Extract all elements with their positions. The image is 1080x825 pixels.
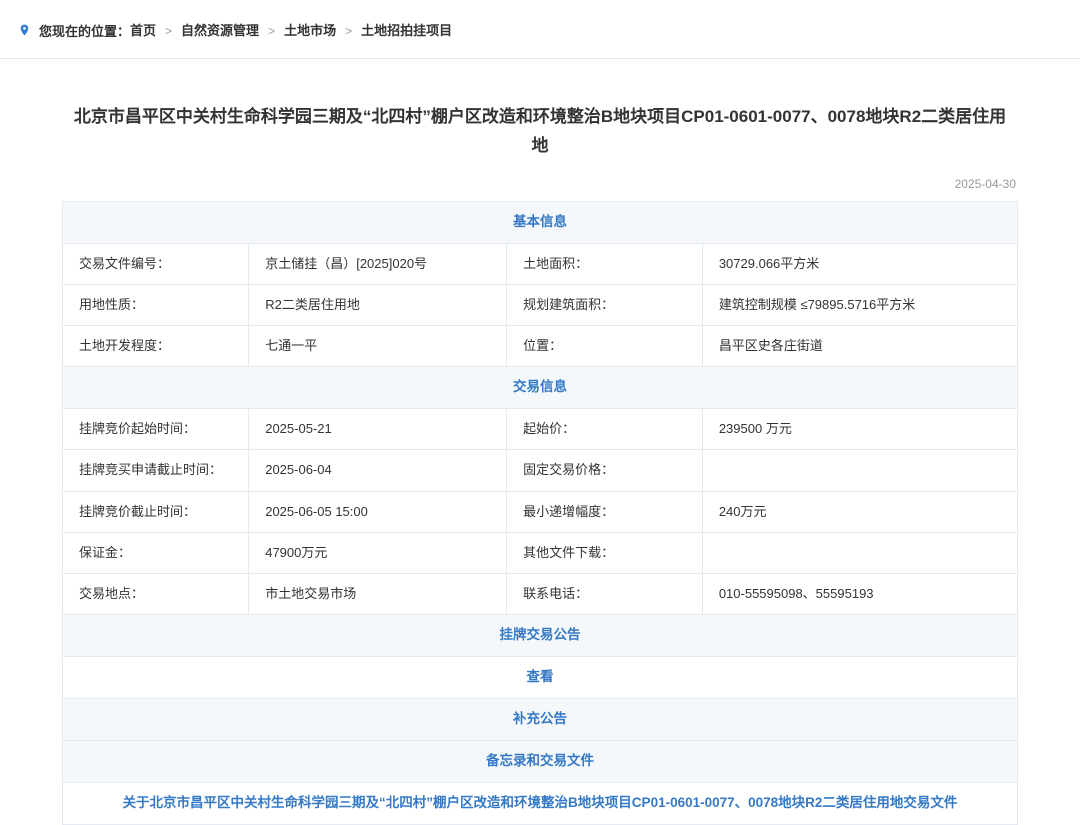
breadcrumb-item[interactable]: 首页 — [130, 23, 156, 38]
breadcrumb-item[interactable]: 土地招拍挂项目 — [361, 23, 452, 38]
breadcrumb-item[interactable]: 自然资源管理 — [181, 23, 259, 38]
main-content: 北京市昌平区中关村生命科学园三期及“北四村”棚户区改造和环境整治B地块项目CP0… — [62, 59, 1018, 825]
field-label: 交易文件编号： — [63, 243, 249, 284]
table-row: 挂牌竞价起始时间：2025-05-21起始价：239500 万元 — [63, 409, 1018, 450]
land-project-info-table: 基本信息交易文件编号：京土储挂（昌）[2025]020号土地面积：30729.0… — [62, 201, 1018, 825]
field-value: 京土储挂（昌）[2025]020号 — [249, 243, 507, 284]
document-link[interactable]: 查看 — [63, 656, 1018, 698]
table-row: 查看 — [63, 656, 1018, 698]
field-label: 其他文件下载： — [507, 532, 703, 573]
field-label: 用地性质： — [63, 284, 249, 325]
section-header: 交易信息 — [63, 367, 1018, 409]
field-label: 起始价： — [507, 409, 703, 450]
publish-date: 2025-04-30 — [62, 177, 1016, 191]
field-value: 010-55595098、55595193 — [702, 573, 1017, 614]
table-row: 挂牌竞买申请截止时间：2025-06-04固定交易价格： — [63, 450, 1018, 491]
table-row: 基本信息 — [63, 201, 1018, 243]
table-row: 交易信息 — [63, 367, 1018, 409]
table-row: 保证金：47900万元其他文件下载： — [63, 532, 1018, 573]
breadcrumb-separator: > — [268, 24, 275, 38]
field-value: 2025-06-04 — [249, 450, 507, 491]
section-header: 备忘录和交易文件 — [63, 740, 1018, 782]
breadcrumb: 首页 > 自然资源管理 > 土地市场 > 土地招拍挂项目 — [130, 20, 452, 40]
field-value: R2二类居住用地 — [249, 284, 507, 325]
field-label: 土地面积： — [507, 243, 703, 284]
field-label: 土地开发程度： — [63, 326, 249, 367]
field-value: 市土地交易市场 — [249, 573, 507, 614]
field-value: 2025-06-05 15:00 — [249, 491, 507, 532]
field-value: 47900万元 — [249, 532, 507, 573]
field-value: 30729.066平方米 — [702, 243, 1017, 284]
field-value: 239500 万元 — [702, 409, 1017, 450]
field-label: 规划建筑面积： — [507, 284, 703, 325]
table-row: 补充公告 — [63, 698, 1018, 740]
location-pin-icon — [18, 22, 31, 38]
field-value: 建筑控制规模 ≤79895.5716平方米 — [702, 284, 1017, 325]
table-row: 交易文件编号：京土储挂（昌）[2025]020号土地面积：30729.066平方… — [63, 243, 1018, 284]
field-label: 位置： — [507, 326, 703, 367]
section-header: 基本信息 — [63, 201, 1018, 243]
field-label: 挂牌竞价截止时间： — [63, 491, 249, 532]
field-label: 联系电话： — [507, 573, 703, 614]
field-value: 七通一平 — [249, 326, 507, 367]
field-label: 固定交易价格： — [507, 450, 703, 491]
field-label: 最小递增幅度： — [507, 491, 703, 532]
field-value — [702, 450, 1017, 491]
breadcrumb-separator: > — [345, 24, 352, 38]
section-header: 挂牌交易公告 — [63, 615, 1018, 657]
breadcrumb-separator: > — [165, 24, 172, 38]
field-label: 交易地点： — [63, 573, 249, 614]
table-row: 挂牌竞价截止时间：2025-06-05 15:00最小递增幅度：240万元 — [63, 491, 1018, 532]
field-value: 240万元 — [702, 491, 1017, 532]
field-value — [702, 532, 1017, 573]
field-value: 昌平区史各庄街道 — [702, 326, 1017, 367]
field-label: 保证金： — [63, 532, 249, 573]
field-label: 挂牌竞价起始时间： — [63, 409, 249, 450]
field-label: 挂牌竞买申请截止时间： — [63, 450, 249, 491]
table-row: 交易地点：市土地交易市场联系电话：010-55595098、55595193 — [63, 573, 1018, 614]
page-title: 北京市昌平区中关村生命科学园三期及“北四村”棚户区改造和环境整治B地块项目CP0… — [62, 103, 1018, 161]
section-header: 补充公告 — [63, 698, 1018, 740]
breadcrumb-bar: 您现在的位置： 首页 > 自然资源管理 > 土地市场 > 土地招拍挂项目 — [0, 0, 1080, 59]
document-link[interactable]: 关于北京市昌平区中关村生命科学园三期及“北四村”棚户区改造和环境整治B地块项目C… — [63, 782, 1018, 824]
table-row: 用地性质：R2二类居住用地规划建筑面积：建筑控制规模 ≤79895.5716平方… — [63, 284, 1018, 325]
table-row: 关于北京市昌平区中关村生命科学园三期及“北四村”棚户区改造和环境整治B地块项目C… — [63, 782, 1018, 824]
table-row: 备忘录和交易文件 — [63, 740, 1018, 782]
breadcrumb-item[interactable]: 土地市场 — [284, 23, 336, 38]
table-row: 挂牌交易公告 — [63, 615, 1018, 657]
table-row: 土地开发程度：七通一平位置：昌平区史各庄街道 — [63, 326, 1018, 367]
breadcrumb-prefix: 您现在的位置： — [39, 21, 130, 40]
field-value: 2025-05-21 — [249, 409, 507, 450]
